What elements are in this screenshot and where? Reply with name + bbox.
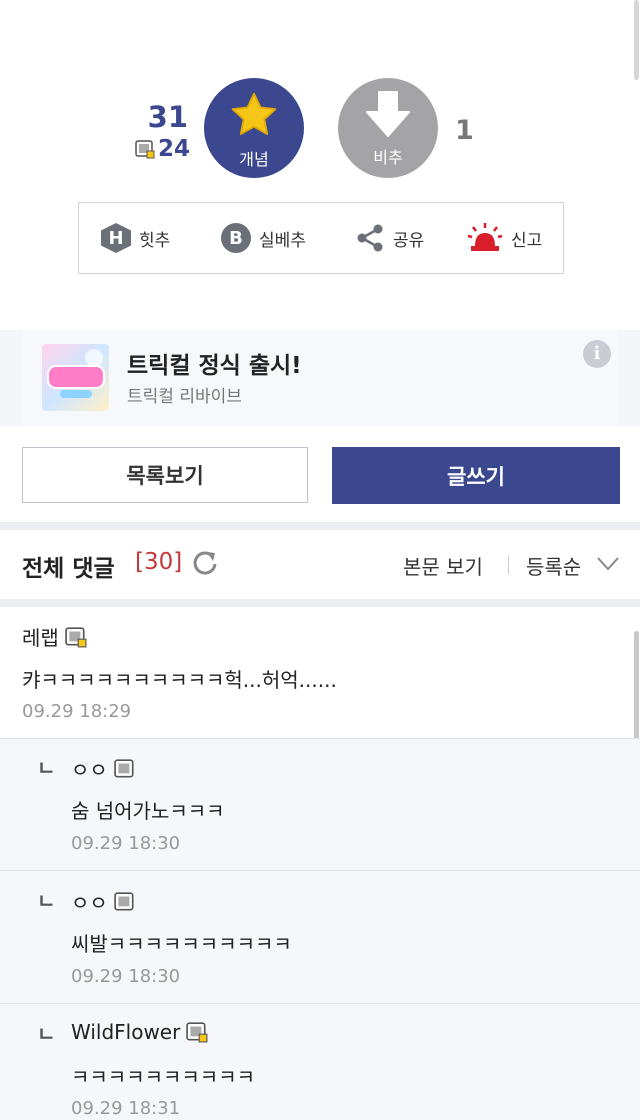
reply-author: ㅇㅇ [71,754,136,783]
hit-recommend-label: 힛추 [139,230,171,251]
comment-author: 레랩 [22,622,87,651]
best-recommend-button[interactable]: B 실베추 [221,203,306,273]
ad-thumbnail[interactable] [42,344,109,411]
section-divider [0,522,640,530]
view-body-button[interactable]: 본문 보기 [403,551,483,580]
share-button[interactable]: 공유 [355,203,424,273]
gallery-member-icon [114,891,134,911]
reply-author-name[interactable]: ㅇㅇ [71,887,108,916]
write-button[interactable]: 글쓰기 [332,447,620,504]
gallery-member-icon [186,1022,208,1043]
downvote-label: 비추 [373,148,403,167]
upvote-count: 31 [147,100,188,134]
best-recommend-label: 실베추 [259,230,306,251]
ad-banner-inner [22,330,618,426]
hit-recommend-button[interactable]: H 힛추 [101,203,170,273]
ad-subtitle: 트릭컬 리바이브 [127,387,242,407]
comment-author-name[interactable]: 레랩 [22,622,59,651]
ad-info-icon[interactable]: i [583,340,611,368]
reply-author-name[interactable]: ㅇㅇ [71,754,108,783]
gallery-member-icon [114,758,134,778]
comment-divider [0,1003,640,1004]
reply-text: ㅋㅋㅋㅋㅋㅋㅋㅋㅋㅋ [71,1065,255,1089]
comment-divider [0,738,640,739]
downvote-button[interactable]: 비추 [338,78,438,178]
comments-title: 전체 댓글 [22,556,115,582]
reply-text: 씨발ㅋㅋㅋㅋㅋㅋㅋㅋㅋㅋ [71,932,292,956]
report-button[interactable]: 신고 [467,203,542,273]
reply-author-name[interactable]: WildFlower [71,1020,180,1044]
sort-dropdown[interactable]: 등록순 [526,551,581,580]
header-separator [508,556,509,574]
report-label: 신고 [511,230,543,251]
downvote-count: 1 [455,115,474,146]
upvote-button[interactable]: 개념 [204,78,304,178]
share-icon [357,224,383,252]
star-icon [231,92,277,136]
reply-indicator: ㄴ [37,1022,56,1046]
chevron-down-icon[interactable] [596,554,620,574]
ad-title[interactable]: 트릭컬 정식 출시! [127,346,302,380]
comments-header-divider [0,599,640,607]
comments-count: [30] [135,549,183,575]
hit-icon: H [101,223,131,253]
gallery-member-icon [65,626,87,647]
siren-icon [467,223,503,251]
comment-text: 캬ㅋㅋㅋㅋㅋㅋㅋㅋㅋㅋ헉...허억...... [22,668,337,692]
upvote-label: 개념 [239,150,269,169]
reply-author: WildFlower [71,1020,208,1044]
reply-author: ㅇㅇ [71,887,136,916]
share-label: 공유 [393,230,425,251]
page-scroll-indicator[interactable] [634,0,639,80]
fixed-upvote-count: 24 [132,136,190,162]
game-logo-image [42,344,109,411]
reply-indicator: ㄴ [37,889,56,913]
post-actions-box: H 힛추 B 실베추 공유 신고 [78,202,564,274]
comment-date: 09.29 18:29 [22,701,132,722]
reply-date: 09.29 18:30 [71,966,181,987]
reply-indicator: ㄴ [37,756,56,780]
refresh-icon[interactable] [191,549,219,577]
list-button[interactable]: 목록보기 [22,447,308,503]
best-icon: B [221,223,251,253]
reply-text: 숨 넘어가노ㅋㅋㅋ [71,799,225,823]
reply-date: 09.29 18:30 [71,833,181,854]
gallery-member-icon [135,140,155,159]
reply-date: 09.29 18:31 [71,1098,181,1119]
comment-divider [0,870,640,871]
fixed-upvote-number: 24 [157,136,190,162]
arrow-down-icon [366,91,410,137]
